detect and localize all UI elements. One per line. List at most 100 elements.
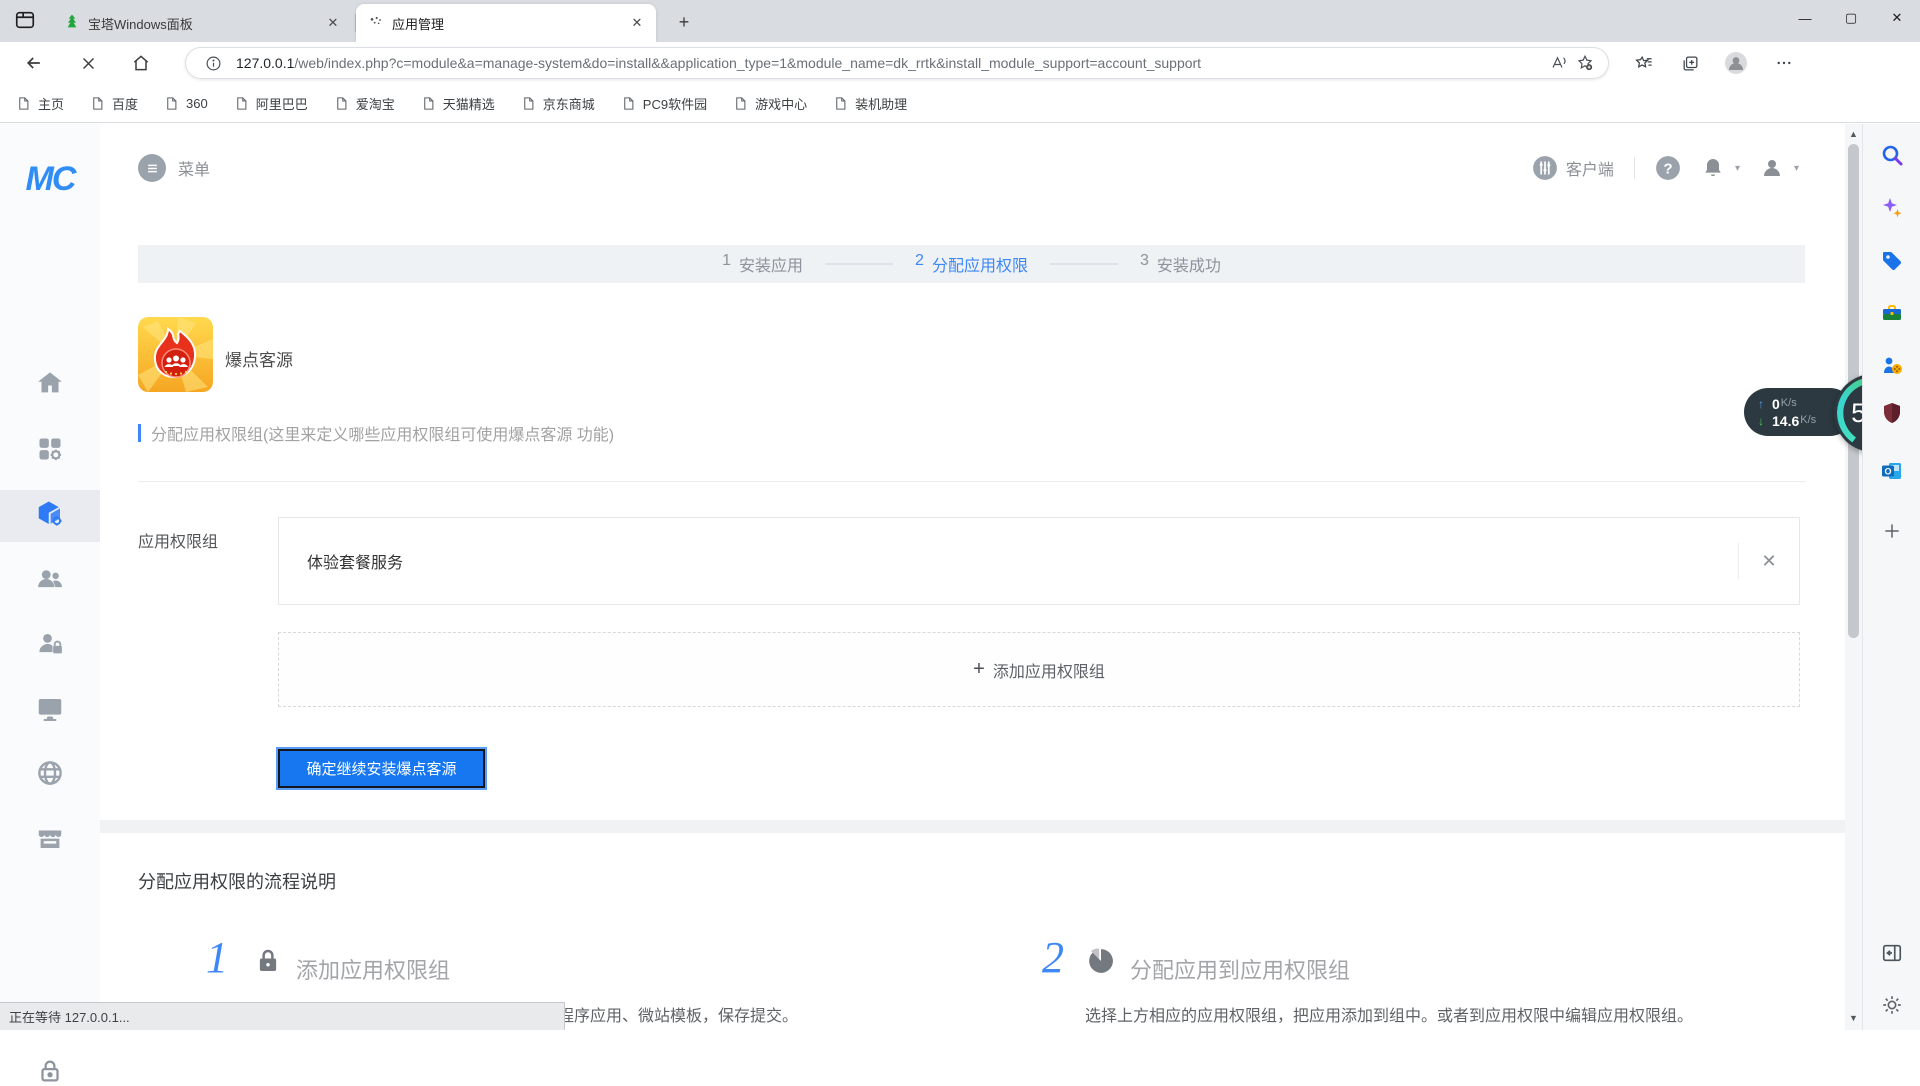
tab-title: 应用管理 <box>392 14 620 33</box>
maximize-button[interactable]: ▢ <box>1828 0 1874 36</box>
favorites-icon[interactable] <box>1630 49 1658 77</box>
tab-bt-panel[interactable]: 宝塔Windows面板 ✕ <box>52 4 352 42</box>
topbar-divider <box>1634 157 1635 179</box>
confirm-install-button[interactable]: 确定继续安装爆点客源 <box>278 749 485 788</box>
back-icon[interactable] <box>20 49 48 77</box>
help-button[interactable]: ? <box>1655 155 1681 181</box>
tab-title: 宝塔Windows面板 <box>88 14 316 33</box>
section-gap <box>100 820 1845 833</box>
guide-title: 分配应用权限的流程说明 <box>138 868 336 894</box>
pie-chart-icon <box>1086 946 1116 981</box>
remove-group-icon[interactable]: ✕ <box>1739 551 1799 572</box>
notifications-button[interactable]: ▾ <box>1701 156 1740 180</box>
step-connector <box>825 263 893 265</box>
url-text[interactable]: 127.0.0.1/web/index.php?c=module&a=manag… <box>236 55 1546 71</box>
tab-app-manage[interactable]: 应用管理 ✕ <box>356 4 656 42</box>
bookmarks-bar: 主页 百度 360 阿里巴巴 爱淘宝 天猫精选 京东商城 PC9软件园 游戏中心… <box>0 84 1920 123</box>
bookmark-item[interactable]: 360 <box>164 96 208 111</box>
add-favorite-icon[interactable] <box>1572 50 1598 76</box>
sidebar-item-globe[interactable] <box>0 749 100 801</box>
edge-sidebar: O <box>1862 124 1920 1030</box>
guide-step-number: 1 <box>206 932 228 983</box>
module-cube-icon <box>35 499 65 534</box>
browser-menu-icon[interactable] <box>1770 49 1798 77</box>
sidebar-item-users[interactable] <box>0 555 100 607</box>
tab-close-icon[interactable]: ✕ <box>628 14 646 32</box>
wizard-step-1: 1安装应用 <box>722 252 803 276</box>
bookmark-item[interactable]: 装机助理 <box>833 94 907 113</box>
stop-loading-icon[interactable] <box>74 49 102 77</box>
sidebar-item-home[interactable] <box>0 359 100 411</box>
guide-step-title: 分配应用到应用权限组 <box>1130 953 1350 985</box>
wizard-step-2: 2分配应用权限 <box>915 252 1028 276</box>
sidebar-panel-icon[interactable] <box>1879 940 1905 966</box>
settings-gear-icon[interactable] <box>1879 992 1905 1018</box>
search-icon[interactable] <box>1879 142 1905 168</box>
main-content: 菜单 客户端 ? ▾ ▾ 1安装应用 2分配应用权限 3安装成功 <box>100 124 1845 1030</box>
collections-icon[interactable] <box>1676 49 1704 77</box>
users-icon <box>35 564 65 599</box>
scroll-up-icon[interactable]: ▲ <box>1845 126 1862 142</box>
download-arrow-icon: ↓ <box>1758 415 1772 427</box>
menu-button[interactable]: 菜单 <box>138 148 210 188</box>
bookmark-item[interactable]: 天猫精选 <box>421 94 495 113</box>
bookmark-item[interactable]: PC9软件园 <box>621 94 707 113</box>
bookmark-item[interactable]: 阿里巴巴 <box>234 94 308 113</box>
defender-icon[interactable] <box>1879 400 1905 426</box>
permission-group-label: 应用权限组 <box>138 528 218 552</box>
section-divider <box>138 481 1805 482</box>
selected-group-box: 体验套餐服务 ✕ <box>278 517 1800 605</box>
menu-label: 菜单 <box>178 156 210 180</box>
user-lock-icon <box>35 629 65 664</box>
sidebar-item-apps[interactable] <box>0 425 100 477</box>
bookmark-item[interactable]: 百度 <box>90 94 138 113</box>
account-button[interactable]: ▾ <box>1760 156 1799 180</box>
sidebar-lock-icon[interactable] <box>0 1056 100 1086</box>
plus-icon: + <box>973 658 985 681</box>
sidebar-item-modules[interactable] <box>0 490 100 542</box>
copilot-icon[interactable] <box>1879 195 1905 221</box>
minimize-button[interactable]: — <box>1782 0 1828 36</box>
client-button[interactable]: 客户端 <box>1532 155 1614 181</box>
upload-arrow-icon: ↑ <box>1758 398 1772 410</box>
window-controls: — ▢ ✕ <box>1782 0 1920 36</box>
status-bar: 正在等待 127.0.0.1... <box>0 1002 565 1030</box>
read-aloud-icon[interactable] <box>1546 50 1572 76</box>
sidebar-item-store[interactable] <box>0 814 100 866</box>
bookmark-item[interactable]: 游戏中心 <box>733 94 807 113</box>
client-label: 客户端 <box>1566 156 1614 180</box>
new-tab-button[interactable]: + <box>672 10 696 34</box>
sidebar-item-site[interactable] <box>0 685 100 737</box>
games-icon[interactable] <box>1879 353 1905 379</box>
home-icon <box>35 368 65 403</box>
page-scrollbar[interactable]: ▲ ▼ <box>1845 124 1862 1030</box>
sidebar-item-members[interactable] <box>0 620 100 672</box>
note-accent-bar <box>138 424 141 442</box>
add-group-button[interactable]: + 添加应用权限组 <box>278 632 1800 707</box>
monitor-icon <box>35 694 65 729</box>
close-button[interactable]: ✕ <box>1874 0 1920 36</box>
browser-toolbar: 127.0.0.1/web/index.php?c=module&a=manag… <box>0 42 1920 84</box>
add-sidebar-app-icon[interactable] <box>1879 518 1905 544</box>
profile-avatar[interactable] <box>1722 49 1750 77</box>
bookmark-item[interactable]: 爱淘宝 <box>334 94 395 113</box>
svg-text:?: ? <box>1663 160 1672 177</box>
lock-icon <box>253 946 283 981</box>
address-bar[interactable]: 127.0.0.1/web/index.php?c=module&a=manag… <box>186 48 1608 78</box>
toolbox-icon[interactable] <box>1879 300 1905 326</box>
selected-group-name: 体验套餐服务 <box>307 549 1738 573</box>
home-icon[interactable] <box>127 49 155 77</box>
shopping-tag-icon[interactable] <box>1879 248 1905 274</box>
bookmark-item[interactable]: 京东商城 <box>521 94 595 113</box>
module-app-icon <box>138 317 213 392</box>
upload-speed: ↑ 0K/s <box>1758 397 1844 411</box>
scroll-down-icon[interactable]: ▼ <box>1845 1010 1862 1026</box>
outlook-icon[interactable]: O <box>1879 458 1905 484</box>
bt-panel-favicon <box>64 14 80 33</box>
svg-text:O: O <box>1884 466 1891 476</box>
site-info-icon[interactable] <box>200 50 226 76</box>
bookmark-item[interactable]: 主页 <box>16 94 64 113</box>
tab-actions-icon[interactable] <box>14 9 40 33</box>
tab-close-icon[interactable]: ✕ <box>324 14 342 32</box>
app-manage-favicon <box>368 14 384 33</box>
